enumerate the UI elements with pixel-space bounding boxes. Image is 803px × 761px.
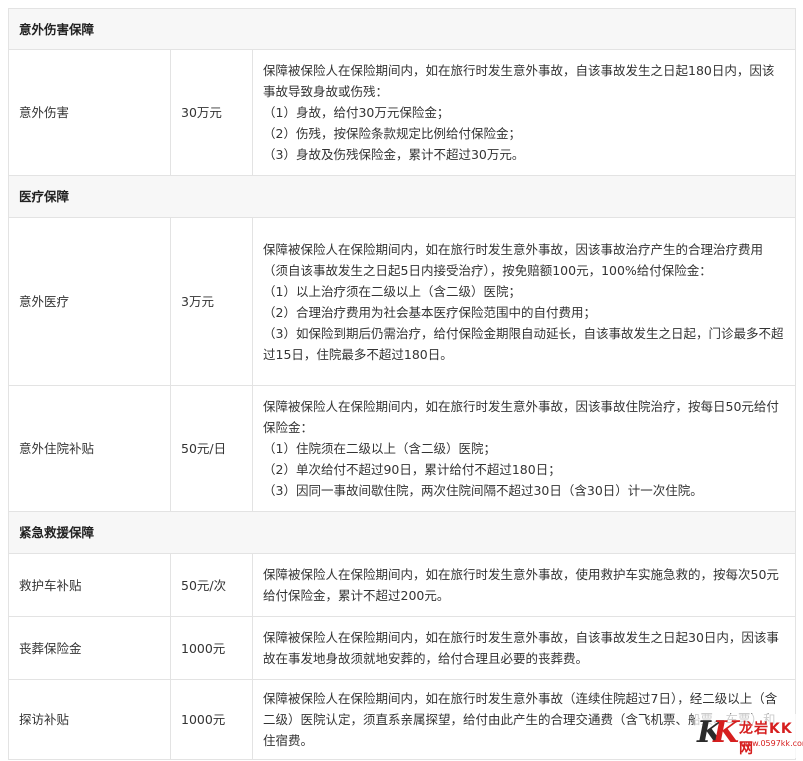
description-line: 保障被保险人在保险期间内，如在旅行时发生意外事故，自该事故发生之日起30日内，因… [263, 630, 779, 666]
description-line: 保障被保险人在保险期间内，如在旅行时发生意外事故，因该事故住院治疗，按每日50元… [263, 399, 779, 435]
benefit-amount: 50元/日 [170, 385, 253, 512]
site-watermark-logo: K K 龙岩KK网 www.0597kk.com [695, 714, 803, 758]
benefit-amount: 1000元 [170, 679, 253, 760]
benefit-description: 保障被保险人在保险期间内，如在旅行时发生意外事故，自该事故发生之日起30日内，因… [252, 616, 796, 680]
benefits-table: 意外伤害保障 意外伤害 30万元 保障被保险人在保险期间内，如在旅行时发生意外事… [8, 8, 796, 760]
benefit-description: 保障被保险人在保险期间内，如在旅行时发生意外事故，因该事故治疗产生的合理治疗费用… [252, 217, 796, 386]
description-line: （2）合理治疗费用为社会基本医疗保险范围中的自付费用； [263, 304, 596, 320]
section-header-accident: 意外伤害保障 [8, 8, 796, 50]
description-line: （3）如保险到期后仍需治疗，给付保险金期限自动延长，自该事故发生之日起，门诊最多… [263, 325, 784, 362]
section-header-medical: 医疗保障 [8, 175, 796, 218]
table-row: 丧葬保险金 1000元 保障被保险人在保险期间内，如在旅行时发生意外事故，自该事… [8, 616, 796, 680]
logo-letter: K [713, 715, 740, 750]
description-line: 保障被保险人在保险期间内，如在旅行时发生意外事故，使用救护车实施急救的，按每次5… [263, 567, 779, 603]
watermark-url: www.0597kk.com [739, 739, 803, 748]
benefit-description: 保障被保险人在保险期间内，如在旅行时发生意外事故，自该事故发生之日起180日内，… [252, 49, 796, 176]
table-row: 意外住院补贴 50元/日 保障被保险人在保险期间内，如在旅行时发生意外事故，因该… [8, 385, 796, 512]
table-row: 救护车补贴 50元/次 保障被保险人在保险期间内，如在旅行时发生意外事故，使用救… [8, 553, 796, 617]
benefit-name: 救护车补贴 [8, 553, 171, 617]
description-line: 保障被保险人在保险期间内，如在旅行时发生意外事故，因该事故治疗产生的合理治疗费用… [263, 241, 764, 278]
benefit-amount: 3万元 [170, 217, 253, 386]
benefit-name: 意外医疗 [8, 217, 171, 386]
benefit-name: 意外伤害 [8, 49, 171, 176]
benefit-name: 探访补贴 [8, 679, 171, 760]
description-line: （1）住院须在二级以上（含二级）医院； [263, 441, 496, 456]
benefit-description: 保障被保险人在保险期间内，如在旅行时发生意外事故，因该事故住院治疗，按每日50元… [252, 385, 796, 512]
description-line: （2）伤残，按保险条款规定比例给付保险金； [263, 126, 521, 141]
benefit-name: 丧葬保险金 [8, 616, 171, 680]
table-row: 意外医疗 3万元 保障被保险人在保险期间内，如在旅行时发生意外事故，因该事故治疗… [8, 217, 796, 386]
benefit-amount: 50元/次 [170, 553, 253, 617]
description-line: （3）身故及伤残保险金，累计不超过30万元。 [263, 147, 525, 162]
description-line: （2）单次给付不超过90日，累计给付不超过180日； [263, 462, 561, 477]
section-header-rescue: 紧急救援保障 [8, 511, 796, 554]
benefit-amount: 1000元 [170, 616, 253, 680]
benefit-name: 意外住院补贴 [8, 385, 171, 512]
watermark-site-name: 龙岩KK网 [739, 721, 793, 757]
table-row: 意外伤害 30万元 保障被保险人在保险期间内，如在旅行时发生意外事故，自该事故发… [8, 49, 796, 176]
section-title: 医疗保障 [8, 175, 796, 218]
description-line: （1）以上治疗须在二级以上（含二级）医院； [263, 283, 521, 299]
section-title: 紧急救援保障 [8, 511, 796, 554]
table-row: 探访补贴 1000元 保障被保险人在保险期间内，如在旅行时发生意外事故（连续住院… [8, 679, 796, 760]
description-line: （1）身故，给付30万元保险金； [263, 105, 450, 120]
section-title: 意外伤害保障 [8, 8, 796, 50]
description-line: 保障被保险人在保险期间内，如在旅行时发生意外事故，自该事故发生之日起180日内，… [263, 63, 775, 99]
benefit-description: 保障被保险人在保险期间内，如在旅行时发生意外事故，使用救护车实施急救的，按每次5… [252, 553, 796, 617]
description-line: （3）因同一事故间歇住院，两次住院间隔不超过30日（含30日）计一次住院。 [263, 483, 703, 498]
benefit-amount: 30万元 [170, 49, 253, 176]
